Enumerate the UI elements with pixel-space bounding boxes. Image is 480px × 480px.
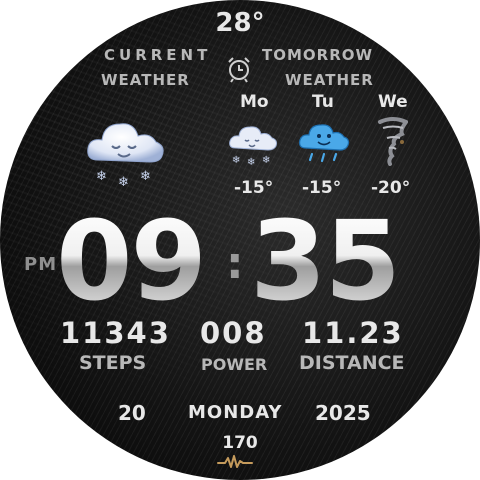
heart-rate-value: 170 — [222, 433, 258, 453]
time-minutes: 35 — [250, 197, 401, 325]
svg-text:❄: ❄ — [232, 155, 240, 166]
tornado-icon[interactable] — [378, 116, 408, 166]
forecast-day-3: We — [378, 92, 408, 112]
top-temperature: 28° — [215, 8, 265, 38]
forecast-temp-3: -20° — [371, 178, 411, 198]
svg-text:❄: ❄ — [262, 155, 270, 166]
svg-text:❄: ❄ — [247, 157, 255, 166]
distance-label: DISTANCE — [299, 352, 405, 374]
watch-face: 28° CURRENT WEATHER TOMORROW WEATHER ❄ ❄… — [0, 0, 480, 480]
steps-label: STEPS — [79, 352, 147, 374]
steps-value: 11343 — [60, 316, 171, 350]
distance-value: 11.23 — [302, 316, 404, 350]
time-hours: 09 — [56, 197, 207, 325]
power-value: 008 — [200, 316, 267, 350]
svg-text:❄: ❄ — [96, 169, 107, 184]
ampm-indicator: PM — [24, 254, 58, 275]
forecast-day-1: Mo — [240, 92, 269, 112]
current-weather-label-line2: WEATHER — [101, 71, 190, 89]
time-separator: : — [226, 238, 244, 289]
tomorrow-weather-label-line1: TOMORROW — [262, 46, 374, 64]
date-weekday: MONDAY — [188, 402, 283, 423]
forecast-day-2: Tu — [312, 92, 334, 112]
rain-cloud-icon[interactable] — [298, 118, 352, 164]
alarm-clock-icon[interactable] — [225, 55, 253, 83]
tomorrow-weather-label-line2: WEATHER — [285, 71, 374, 89]
snow-cloud-icon[interactable]: ❄ ❄ ❄ — [84, 110, 168, 188]
current-weather-label-line1: CURRENT — [104, 46, 212, 64]
snow-cloud-icon[interactable]: ❄ ❄ ❄ — [228, 118, 280, 166]
forecast-temp-2: -15° — [302, 178, 342, 198]
power-label: POWER — [201, 355, 268, 374]
svg-text:❄: ❄ — [118, 175, 129, 188]
date-year: 2025 — [315, 401, 371, 425]
svg-text:❄: ❄ — [140, 169, 151, 184]
heart-rate-icon[interactable] — [217, 455, 253, 469]
forecast-temp-1: -15° — [234, 178, 274, 198]
date-day: 20 — [118, 401, 146, 425]
